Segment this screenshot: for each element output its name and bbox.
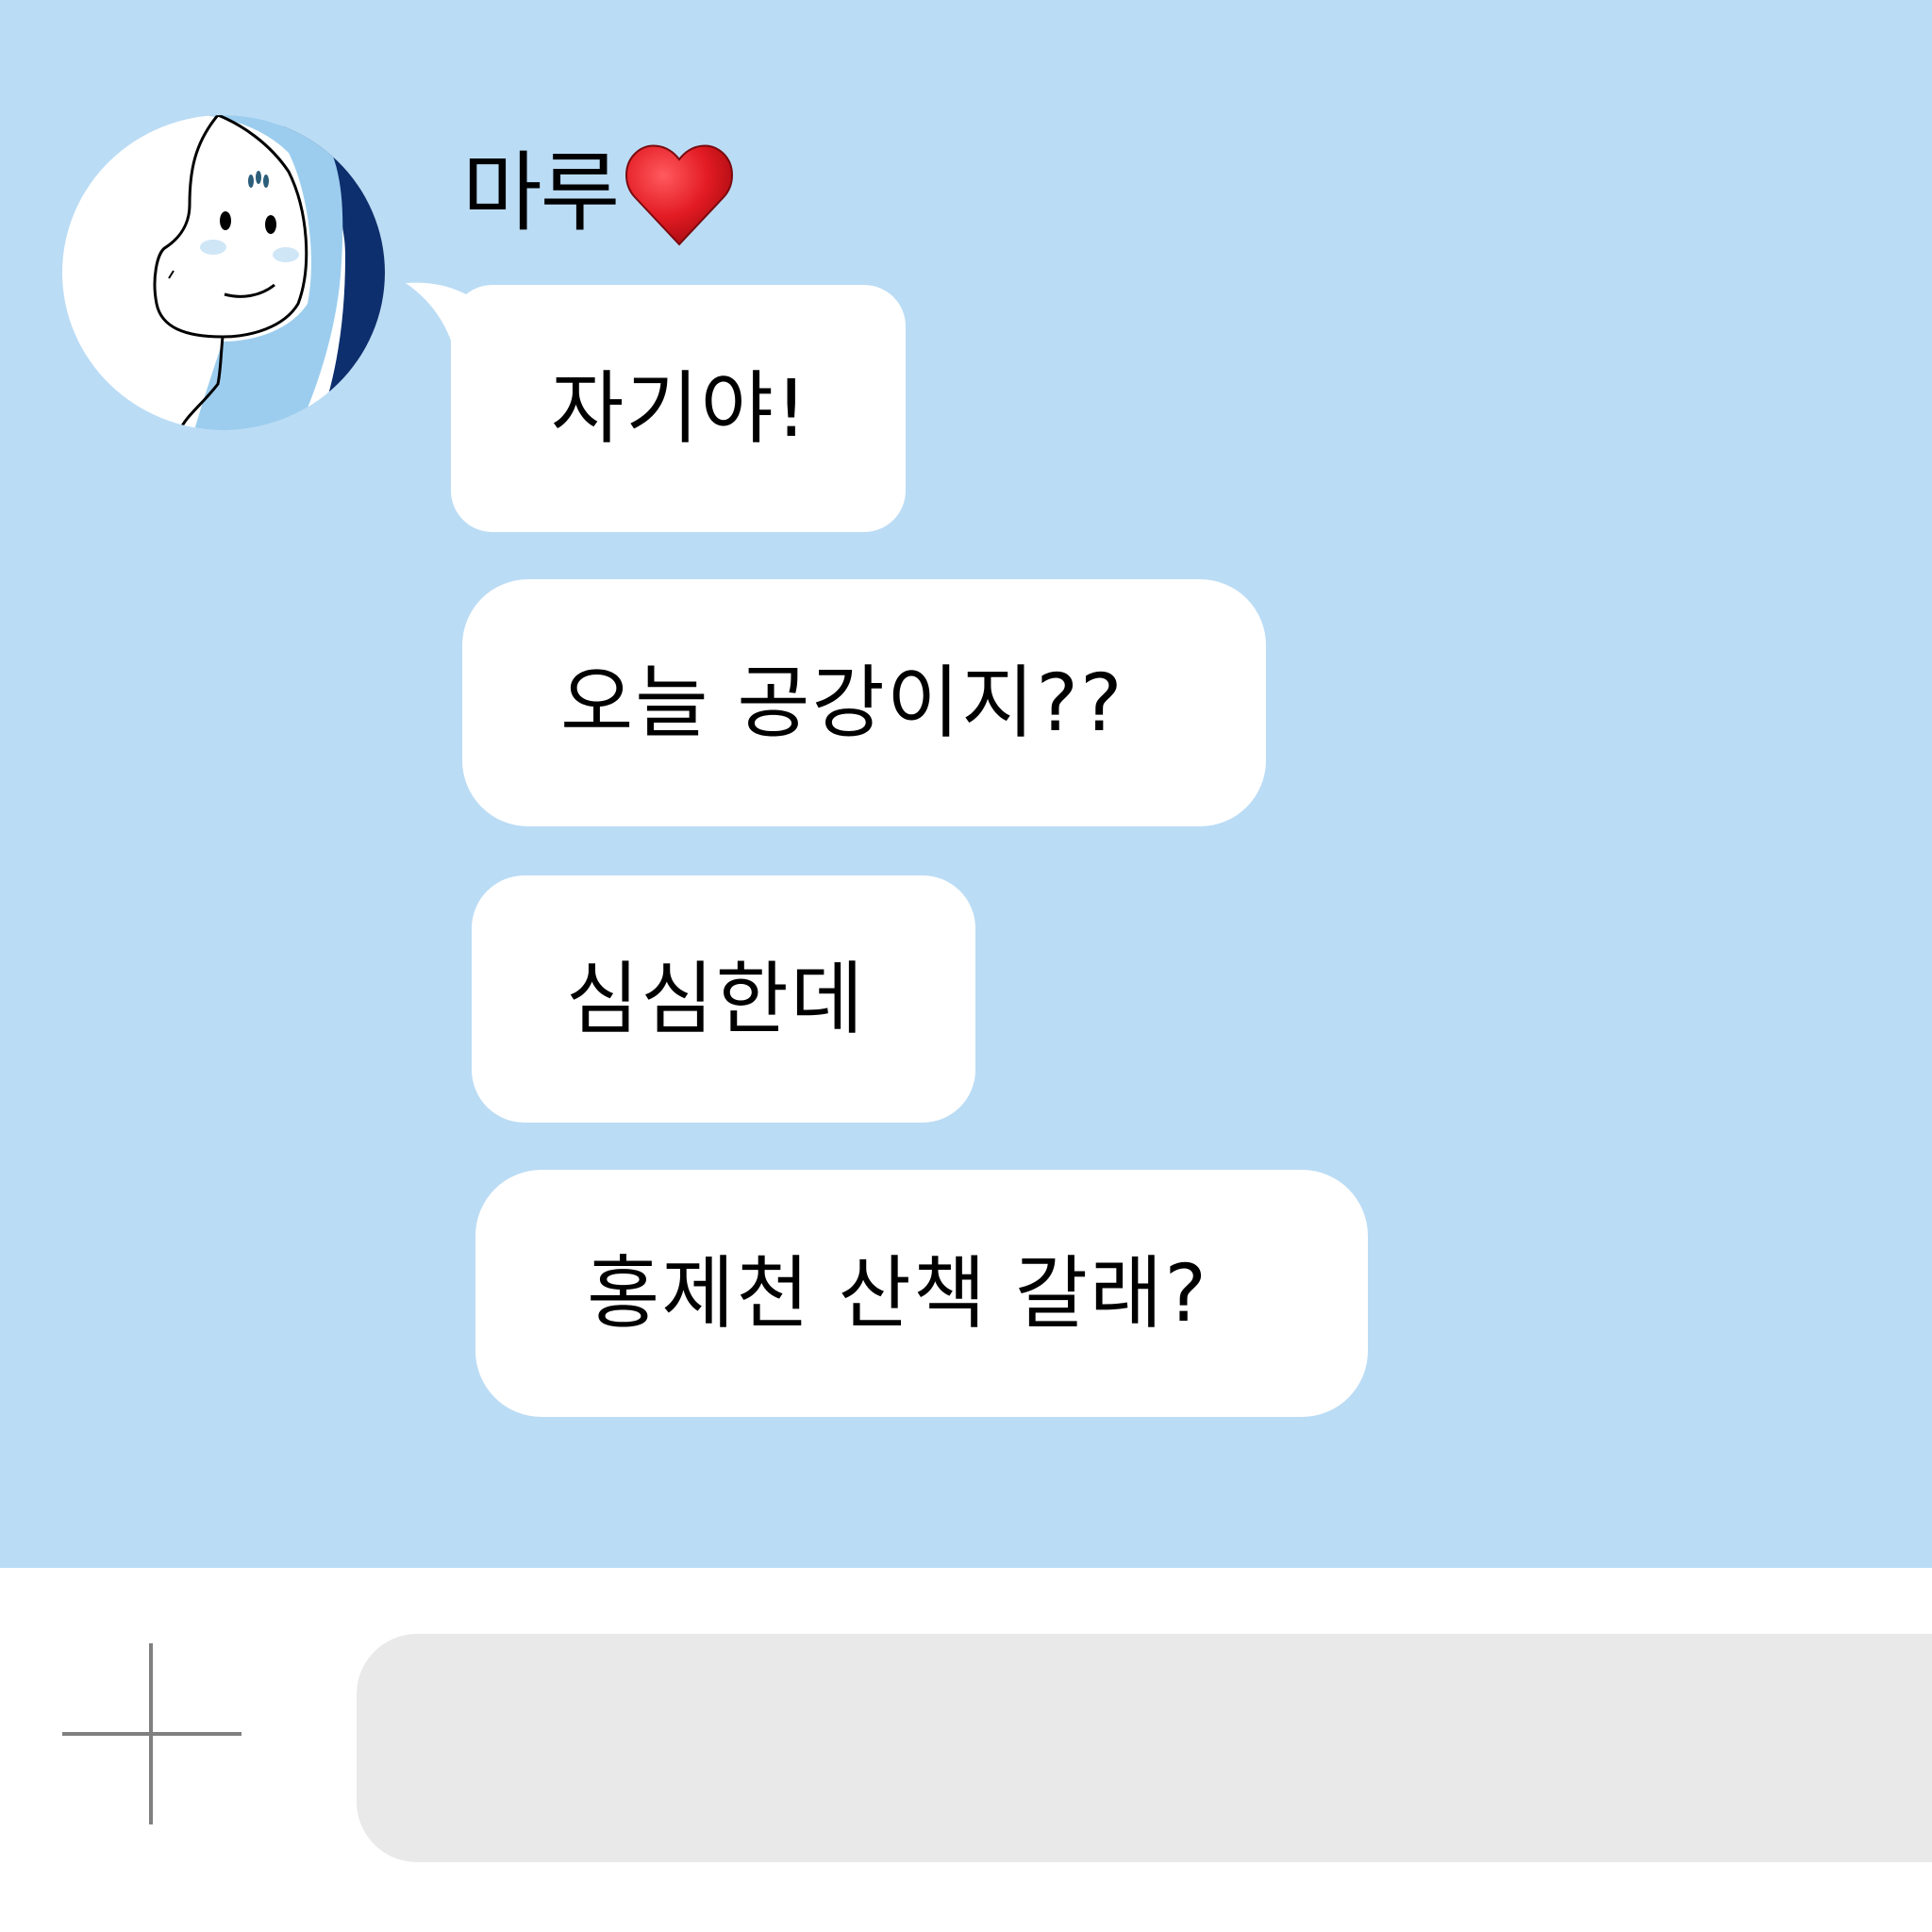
message-bubble: 심심한데: [472, 875, 975, 1123]
add-attachment-button[interactable]: [57, 1638, 245, 1826]
message-bubble: 오늘 공강이지??: [462, 579, 1266, 826]
message-bubble: 홍제천 산책 갈래?: [475, 1170, 1368, 1417]
chat-area: 마루 자기야! 오늘 공강이지?? 심심한데 홍제천 산책 갈래?: [0, 0, 1932, 1568]
message-text: 오늘 공강이지??: [560, 657, 1124, 749]
avatar-character-image: [153, 115, 385, 430]
sender-avatar[interactable]: [62, 115, 385, 430]
plus-icon: [57, 1638, 245, 1826]
sender-header: 마루: [462, 132, 737, 255]
sender-name: 마루: [462, 142, 620, 243]
message-text: 자기야!: [551, 362, 809, 455]
message-text: 홍제천 산책 갈래?: [587, 1247, 1208, 1340]
message-input[interactable]: [357, 1634, 1932, 1862]
message-text: 심심한데: [566, 953, 866, 1045]
message-bubble: 자기야!: [451, 285, 906, 532]
heart-icon: [625, 144, 734, 246]
